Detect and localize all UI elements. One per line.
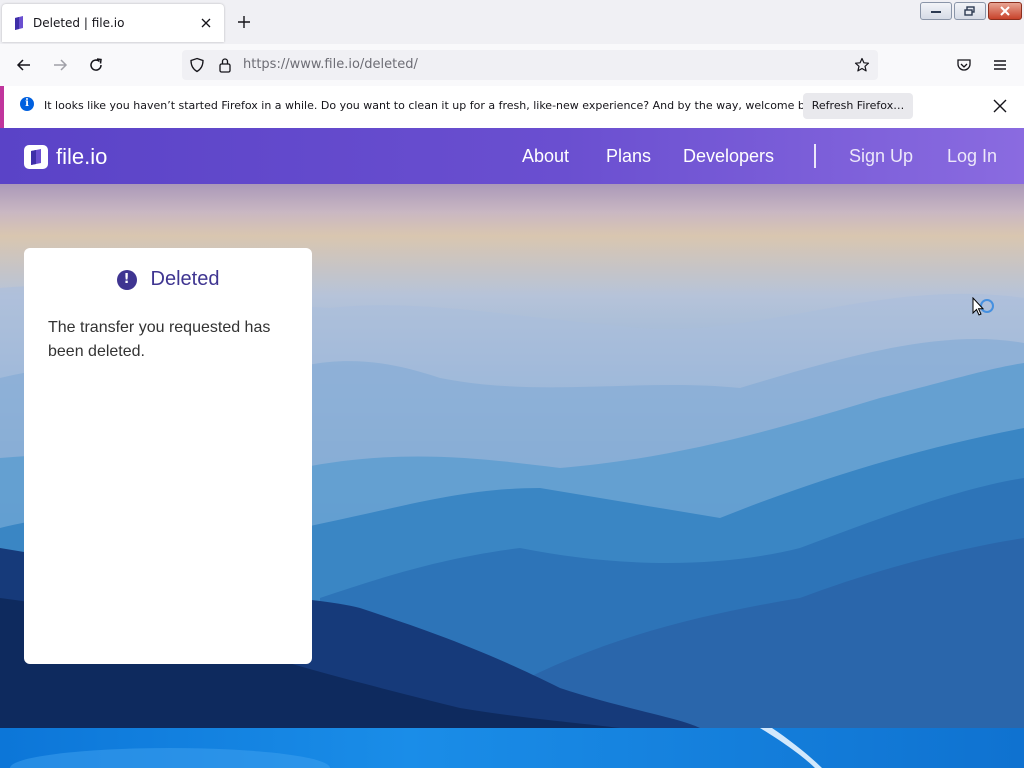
card-header: ! Deleted bbox=[24, 268, 312, 291]
tab-active[interactable]: Deleted | file.io bbox=[2, 4, 224, 42]
nav-toolbar: https://www.file.io/deleted/ bbox=[0, 44, 1024, 86]
os-taskbar bbox=[0, 728, 1024, 768]
url-text[interactable]: https://www.file.io/deleted/ bbox=[243, 57, 418, 72]
card-title: Deleted bbox=[150, 268, 220, 290]
back-icon[interactable] bbox=[12, 53, 36, 77]
notification-close-icon[interactable] bbox=[989, 95, 1011, 117]
refresh-firefox-button[interactable]: Refresh Firefox… bbox=[803, 93, 913, 119]
window-controls bbox=[920, 2, 1022, 20]
notification-bar: i It looks like you haven’t started Fire… bbox=[0, 86, 1024, 128]
restore-button[interactable] bbox=[954, 2, 986, 20]
nav-signup-link[interactable]: Sign Up bbox=[849, 146, 913, 167]
info-icon: i bbox=[20, 97, 34, 111]
nav-divider bbox=[814, 144, 816, 168]
minimize-button[interactable] bbox=[920, 2, 952, 20]
new-tab-plus-icon[interactable] bbox=[234, 12, 254, 32]
tab-title: Deleted | file.io bbox=[33, 16, 125, 30]
fileio-logo-icon[interactable] bbox=[24, 145, 48, 169]
tab-strip: Deleted | file.io bbox=[0, 0, 1024, 44]
nav-developers-link[interactable]: Developers bbox=[683, 146, 774, 167]
card-message: The transfer you requested has been dele… bbox=[48, 319, 271, 360]
forward-icon[interactable] bbox=[48, 53, 72, 77]
nav-login-link[interactable]: Log In bbox=[947, 146, 997, 167]
star-icon[interactable] bbox=[854, 57, 870, 73]
web-page: file.io About Plans Developers Sign Up L… bbox=[0, 128, 1024, 728]
pocket-icon[interactable] bbox=[952, 53, 976, 77]
alert-icon: ! bbox=[116, 269, 137, 290]
mouse-cursor-icon bbox=[972, 297, 994, 316]
shield-icon[interactable] bbox=[189, 57, 205, 73]
site-logo-text[interactable]: file.io bbox=[56, 144, 107, 170]
menu-icon[interactable] bbox=[988, 53, 1012, 77]
fileio-favicon-icon bbox=[15, 16, 23, 30]
nav-about-link[interactable]: About bbox=[522, 146, 569, 167]
notification-text: It looks like you haven’t started Firefo… bbox=[44, 99, 829, 112]
taskbar-wallpaper bbox=[10, 728, 822, 768]
deleted-card: ! Deleted The transfer you requested has… bbox=[24, 248, 312, 664]
lock-icon[interactable] bbox=[218, 57, 232, 73]
url-bar[interactable]: https://www.file.io/deleted/ bbox=[182, 50, 878, 80]
site-header: file.io About Plans Developers Sign Up L… bbox=[0, 128, 1024, 184]
window-close-button[interactable] bbox=[988, 2, 1022, 20]
reload-icon[interactable] bbox=[84, 53, 108, 77]
nav-plans-link[interactable]: Plans bbox=[606, 146, 651, 167]
tab-close-icon[interactable] bbox=[196, 13, 216, 33]
